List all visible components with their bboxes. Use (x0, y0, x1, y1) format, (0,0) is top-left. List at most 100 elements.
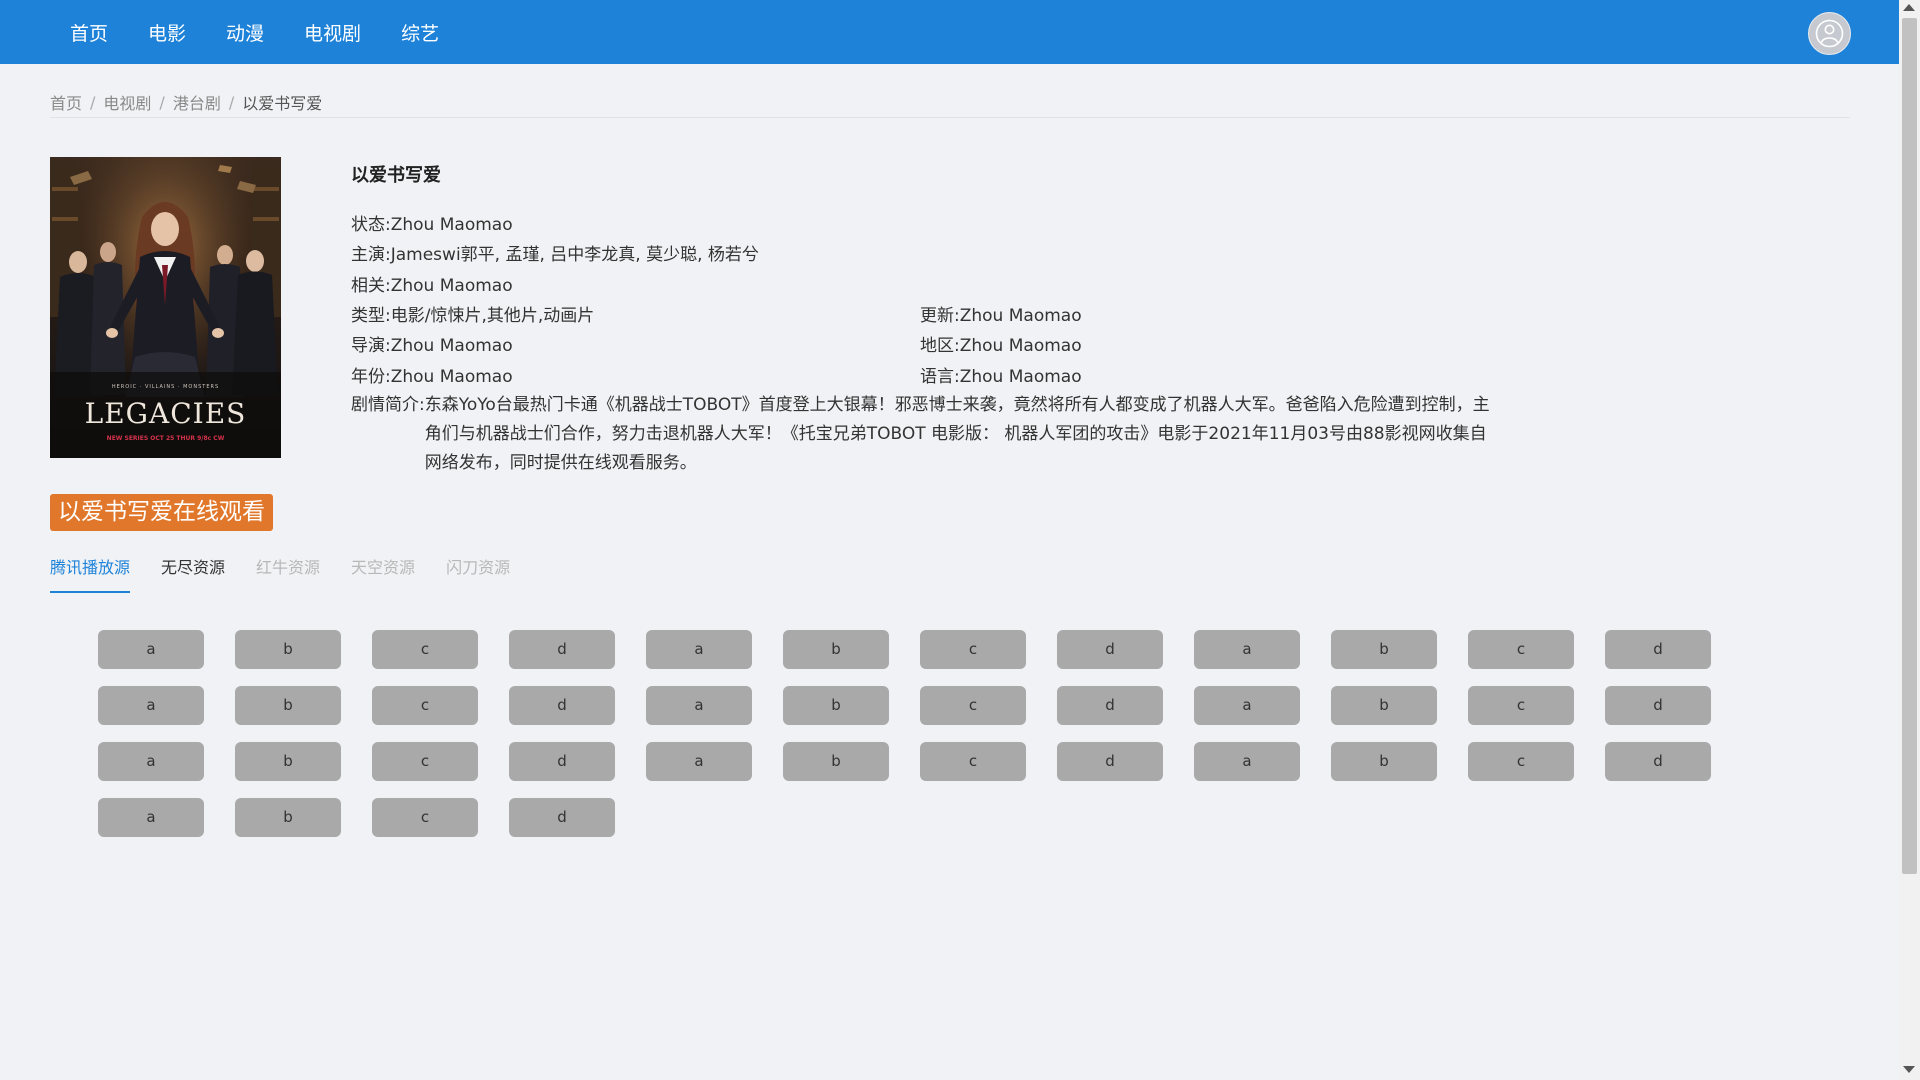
episode-button[interactable]: c (1468, 686, 1574, 725)
episode-button[interactable]: b (235, 742, 341, 781)
episode-button[interactable]: d (509, 742, 615, 781)
breadcrumb-tv-series[interactable]: 电视剧 (103, 90, 151, 114)
episode-button[interactable]: d (509, 798, 615, 837)
poster-airdate: NEW SERIES OCT 25 THUR 9/8c (106, 435, 212, 442)
breadcrumb-hk-tw-drama[interactable]: 港台剧 (173, 90, 221, 114)
episode-button[interactable]: c (920, 686, 1026, 725)
episode-button[interactable]: c (372, 742, 478, 781)
episode-button[interactable]: a (646, 686, 752, 725)
episode-button[interactable]: b (1331, 630, 1437, 669)
episode-button[interactable]: a (646, 742, 752, 781)
episode-button[interactable]: b (235, 686, 341, 725)
poster-image: HEROIC · VILLAINS · MONSTERS LEGACIES NE… (50, 157, 281, 458)
info-language-row: 语言:Zhou Maomao (920, 362, 1082, 387)
info-related-value: Zhou Maomao (390, 276, 513, 296)
episode-button[interactable]: d (509, 630, 615, 669)
info-status-label: 状态: (351, 215, 391, 235)
tab-tencent-source[interactable]: 腾讯播放源 (50, 554, 131, 593)
poster-logo-text: LEGACIES (84, 397, 247, 430)
episode-button[interactable]: b (235, 630, 341, 669)
episode-button[interactable]: d (1057, 630, 1163, 669)
episode-button[interactable]: a (646, 630, 752, 669)
poster-network-logo: CW (213, 435, 225, 442)
breadcrumb: 首页 / 电视剧 / 港台剧 / 以爱书写爱 (50, 90, 322, 114)
info-cast-value: Jameswi郭平, 孟瑾, 吕中李龙真, 莫少聪, 杨若兮 (390, 245, 759, 265)
info-update-label: 更新: (920, 306, 960, 326)
nav-item-movies[interactable]: 电影 (148, 19, 186, 46)
poster-tagline: HEROIC · VILLAINS · MONSTERS (111, 384, 220, 390)
episode-button[interactable]: d (1605, 686, 1711, 725)
episode-button[interactable]: a (98, 686, 204, 725)
info-update-row: 更新:Zhou Maomao (920, 301, 1082, 326)
episode-button[interactable]: a (1194, 742, 1300, 781)
main-nav: 首页 电影 动漫 电视剧 综艺 (70, 0, 439, 64)
breadcrumb-divider (50, 117, 1850, 118)
episode-button[interactable]: d (1605, 630, 1711, 669)
info-related-label: 相关: (351, 276, 391, 296)
poster-date-text: NEW SERIES OCT 25 THUR 9/8c CW (50, 435, 281, 442)
nav-item-tv-series[interactable]: 电视剧 (304, 19, 361, 46)
episode-button[interactable]: c (920, 630, 1026, 669)
episode-button[interactable]: a (98, 630, 204, 669)
info-language-label: 语言: (920, 367, 960, 387)
tab-hongniu-source[interactable]: 红牛资源 (256, 554, 320, 593)
tab-wujin-source[interactable]: 无尽资源 (161, 554, 225, 593)
info-cast-row: 主演:Jameswi郭平, 孟瑾, 吕中李龙真, 莫少聪, 杨若兮 (351, 240, 759, 265)
user-avatar-icon[interactable] (1808, 12, 1851, 55)
nav-item-home[interactable]: 首页 (70, 19, 108, 46)
episode-button[interactable]: b (1331, 686, 1437, 725)
episode-button[interactable]: c (920, 742, 1026, 781)
episode-button[interactable]: b (783, 630, 889, 669)
synopsis-row: 剧情简介: 东森YoYo台最热门卡通《机器战士TOBOT》首度登上大银幕！邪恶博… (351, 391, 1491, 478)
tab-shandao-source[interactable]: 闪刀资源 (446, 554, 510, 593)
episode-button[interactable]: c (372, 686, 478, 725)
episode-button[interactable]: b (235, 798, 341, 837)
info-region-value: Zhou Maomao (959, 336, 1082, 356)
info-related-row: 相关:Zhou Maomao (351, 271, 513, 296)
info-genre-label: 类型: (351, 306, 391, 326)
nav-item-anime[interactable]: 动漫 (226, 19, 264, 46)
nav-item-variety[interactable]: 综艺 (401, 19, 439, 46)
episode-button[interactable]: c (372, 798, 478, 837)
top-nav-bar: 首页 电影 动漫 电视剧 综艺 (0, 0, 1899, 64)
scrollbar-thumb[interactable] (1902, 18, 1917, 874)
synopsis-label: 剧情简介: (351, 395, 425, 415)
episode-button[interactable]: d (1057, 686, 1163, 725)
episode-button[interactable]: c (372, 630, 478, 669)
info-cast-label: 主演: (351, 245, 391, 265)
info-genre-row: 类型:电影/惊悚片,其他片,动画片 (351, 301, 594, 326)
info-region-label: 地区: (920, 336, 960, 356)
scroll-down-arrow-icon[interactable] (1903, 1066, 1915, 1073)
scroll-up-arrow-icon[interactable] (1903, 4, 1915, 11)
info-director-label: 导演: (351, 336, 391, 356)
episode-grid: a b c d a b c d a b c d a b c d a b c d … (98, 630, 1758, 837)
episode-button[interactable]: d (1057, 742, 1163, 781)
episode-button[interactable]: d (1605, 742, 1711, 781)
info-director-row: 导演:Zhou Maomao (351, 331, 513, 356)
breadcrumb-home[interactable]: 首页 (50, 90, 82, 114)
show-title: 以爱书写爱 (351, 165, 441, 186)
source-tabs: 腾讯播放源 无尽资源 红牛资源 天空资源 闪刀资源 (50, 554, 510, 593)
breadcrumb-separator: / (228, 92, 235, 112)
breadcrumb-separator: / (90, 92, 96, 112)
info-year-row: 年份:Zhou Maomao (351, 362, 513, 387)
episode-button[interactable]: b (783, 686, 889, 725)
info-year-value: Zhou Maomao (390, 367, 513, 387)
info-genre-value: 电影/惊悚片,其他片,动画片 (390, 306, 595, 326)
episode-button[interactable]: a (98, 742, 204, 781)
episode-button[interactable]: a (1194, 686, 1300, 725)
episode-button[interactable]: a (98, 798, 204, 837)
tab-tiankong-source[interactable]: 天空资源 (351, 554, 415, 593)
episode-button[interactable]: c (1468, 742, 1574, 781)
info-region-row: 地区:Zhou Maomao (920, 331, 1082, 356)
info-update-value: Zhou Maomao (959, 306, 1082, 326)
synopsis-text: 东森YoYo台最热门卡通《机器战士TOBOT》首度登上大银幕！邪恶博士来袭，竟然… (424, 395, 1490, 473)
info-status-row: 状态:Zhou Maomao (351, 210, 513, 235)
episode-button[interactable]: b (783, 742, 889, 781)
info-status-value: Zhou Maomao (390, 215, 513, 235)
episode-button[interactable]: b (1331, 742, 1437, 781)
episode-button[interactable]: a (1194, 630, 1300, 669)
episode-button[interactable]: c (1468, 630, 1574, 669)
episode-button[interactable]: d (509, 686, 615, 725)
info-director-value: Zhou Maomao (390, 336, 513, 356)
